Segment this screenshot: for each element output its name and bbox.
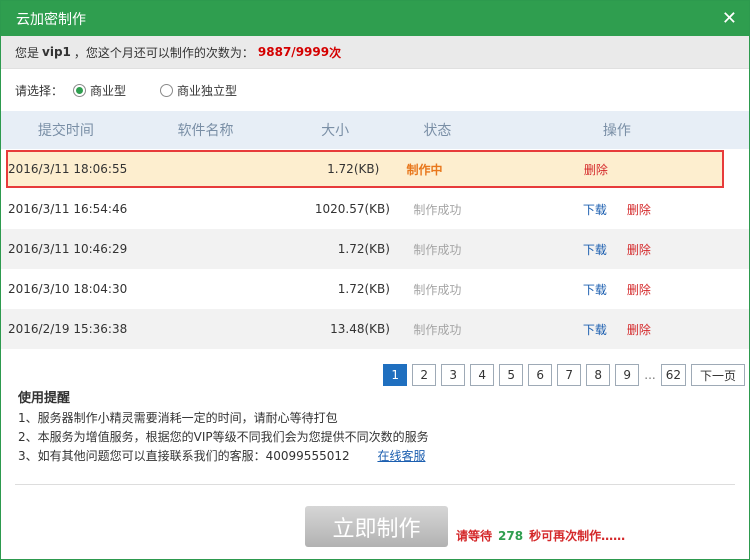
page-button[interactable]: 7 (557, 364, 582, 386)
download-link[interactable]: 下载 (583, 321, 607, 338)
quota-bar: 您是 vip1 ，您这个月还可以制作的次数为： 9887/9999 次 (1, 36, 749, 69)
tip-item-text: 3、如有其他问题您可以直接联系我们的客服：40099555012 (18, 449, 350, 463)
cell-status: 制作成功 (413, 202, 462, 217)
header-size: 大小 (321, 123, 350, 139)
cell-ops: 删除 (470, 161, 722, 178)
cell-status: 制作成功 (413, 242, 462, 257)
wait-message: 请等待 278 秒可再次制作…… (456, 527, 625, 544)
header-submit-time: 提交时间 (37, 123, 94, 139)
page-button[interactable]: 5 (499, 364, 524, 386)
delete-link[interactable]: 删除 (584, 161, 608, 178)
cell-ops: 下载 删除 (485, 241, 749, 258)
radio-commercial-label: 商业型 (90, 83, 127, 98)
header-status: 状态 (423, 123, 452, 139)
cell-status: 制作成功 (413, 322, 462, 337)
radio-commercial-independent-dot[interactable] (160, 83, 174, 97)
quota-count: 9887/9999 (257, 45, 330, 59)
cell-time: 2016/3/11 10:46:29 (8, 242, 128, 256)
quota-unit: 次 (329, 45, 342, 60)
next-page-button[interactable]: 下一页 (690, 364, 745, 386)
tips-title: 使用提醒 (18, 391, 71, 406)
header-operation: 操作 (602, 123, 631, 139)
table-header: 提交时间 软件名称 大小 状态 操作 (1, 111, 749, 149)
wait-prefix: 请等待 (456, 529, 493, 543)
page-button[interactable]: 3 (441, 364, 466, 386)
page-button[interactable]: 2 (412, 364, 437, 386)
tip-item: 1、服务器制作小精灵需要消耗一定的时间，请耐心等待打包 (18, 411, 338, 425)
radio-commercial-independent[interactable]: 商业独立型 (160, 82, 237, 99)
download-link[interactable]: 下载 (583, 201, 607, 218)
cell-time: 2016/3/11 16:54:46 (8, 202, 128, 216)
page-button-last[interactable]: 62 (660, 364, 686, 386)
table-row: 2016/2/19 15:36:38 13.48(KB) 制作成功 下载 删除 (1, 309, 749, 349)
delete-link[interactable]: 删除 (627, 321, 651, 338)
cell-ops: 下载 删除 (485, 201, 749, 218)
radio-commercial-dot[interactable] (73, 83, 87, 97)
tip-item: 2、本服务为增值服务，根据您的VIP等级不同我们会为您提供不同次数的服务 (18, 430, 429, 444)
online-service-link[interactable]: 在线客服 (377, 449, 425, 463)
quota-prefix: 您是 (15, 45, 40, 60)
radio-commercial-independent-label: 商业独立型 (177, 83, 238, 98)
cell-size: 1.72(KB) (327, 162, 380, 176)
page-button[interactable]: 4 (470, 364, 495, 386)
make-now-button[interactable]: 立即制作 (305, 506, 448, 547)
header-software-name: 软件名称 (177, 123, 234, 139)
cell-ops: 下载 删除 (485, 281, 749, 298)
window-title: 云加密制作 (16, 11, 86, 28)
cell-size: 1.72(KB) (337, 282, 390, 296)
table-row: 2016/3/11 10:46:29 1.72(KB) 制作成功 下载 删除 (1, 229, 749, 269)
page-button[interactable]: 1 (383, 364, 408, 386)
encryption-dialog: 云加密制作 ✕ 您是 vip1 ，您这个月还可以制作的次数为： 9887/999… (0, 0, 750, 560)
cell-ops: 下载 删除 (485, 321, 749, 338)
user-name: vip1 (42, 45, 71, 59)
page-ellipsis: ... (644, 368, 656, 382)
type-selector: 请选择： 商业型 商业独立型 (1, 69, 749, 111)
page-button[interactable]: 8 (586, 364, 611, 386)
divider (15, 484, 735, 485)
cell-time: 2016/2/19 15:36:38 (8, 322, 128, 336)
cell-size: 1020.57(KB) (314, 202, 390, 216)
radio-commercial[interactable]: 商业型 (73, 82, 126, 99)
download-link[interactable]: 下载 (583, 241, 607, 258)
cell-size: 13.48(KB) (330, 322, 390, 336)
select-label: 请选择： (15, 83, 64, 98)
cell-time: 2016/3/11 18:06:55 (8, 162, 128, 176)
page-button[interactable]: 6 (528, 364, 553, 386)
table-row: 2016/3/11 18:06:55 1.72(KB) 制作中 删除 (6, 150, 724, 188)
usage-tips: 使用提醒 1、服务器制作小精灵需要消耗一定的时间，请耐心等待打包 2、本服务为增… (18, 389, 429, 466)
cell-size: 1.72(KB) (337, 242, 390, 256)
delete-link[interactable]: 删除 (627, 201, 651, 218)
table-row: 2016/3/10 18:04:30 1.72(KB) 制作成功 下载 删除 (1, 269, 749, 309)
table-row: 2016/3/11 16:54:46 1020.57(KB) 制作成功 下载 删… (1, 189, 749, 229)
cell-status: 制作中 (406, 162, 443, 177)
quota-middle: ，您这个月还可以制作的次数为： (73, 45, 254, 60)
wait-suffix: 秒可再次制作…… (529, 529, 626, 543)
close-icon[interactable]: ✕ (722, 9, 737, 28)
tip-item: 3、如有其他问题您可以直接联系我们的客服：40099555012 在线客服 (18, 447, 429, 466)
cell-time: 2016/3/10 18:04:30 (8, 282, 128, 296)
page-button[interactable]: 9 (615, 364, 640, 386)
download-link[interactable]: 下载 (583, 281, 607, 298)
pagination: 1 2 3 4 5 6 7 8 9 ... 62 下一页 (383, 364, 745, 386)
cell-status: 制作成功 (413, 282, 462, 297)
delete-link[interactable]: 删除 (627, 281, 651, 298)
wait-seconds: 278 (498, 529, 524, 543)
title-bar: 云加密制作 ✕ (1, 1, 749, 36)
delete-link[interactable]: 删除 (627, 241, 651, 258)
